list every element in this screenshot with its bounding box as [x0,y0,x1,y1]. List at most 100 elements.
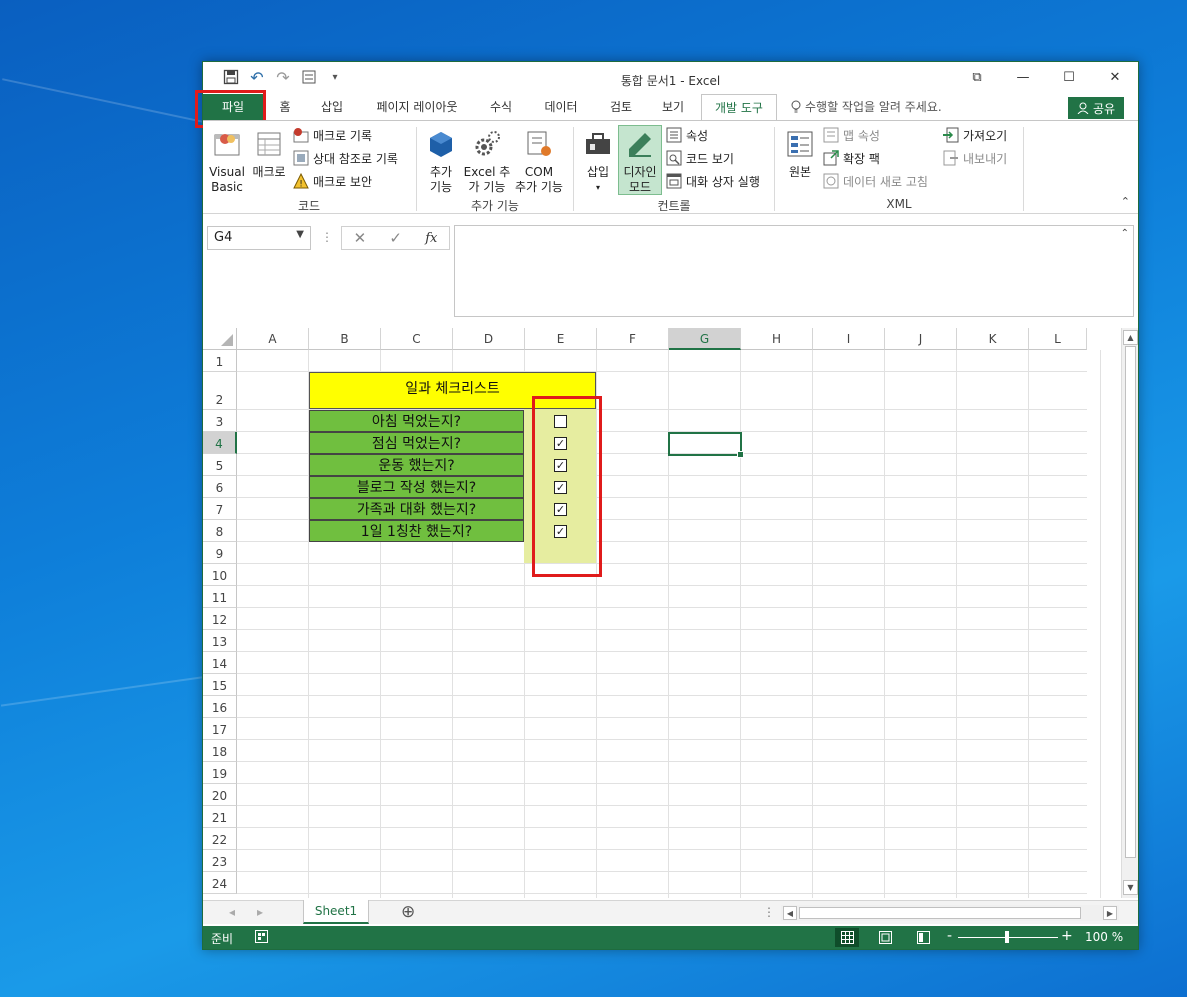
scroll-left-icon[interactable]: ◀ [783,906,797,920]
scroll-right-icon[interactable]: ▶ [1103,906,1117,920]
maximize-button[interactable]: ☐ [1046,62,1092,92]
row-header-23[interactable]: 23 [203,850,237,872]
row-header-5[interactable]: 5 [203,454,237,476]
column-header-h[interactable]: H [741,328,813,350]
tab-formulas[interactable]: 수식 [481,94,521,120]
import-button[interactable]: 가져오기 [943,125,1007,145]
checklist-item[interactable]: 블로그 작성 했는지? [309,476,524,498]
selected-cell-g4[interactable] [668,432,744,458]
new-sheet-icon[interactable]: ⊕ [401,902,415,922]
row-header-2[interactable]: 2 [203,372,237,410]
row-header-6[interactable]: 6 [203,476,237,498]
row-header-11[interactable]: 11 [203,586,237,608]
column-header-g[interactable]: G [669,328,741,350]
tab-split-grip-icon[interactable]: ⋮ [763,905,775,919]
tab-review[interactable]: 검토 [601,94,641,120]
macro-security-button[interactable]: ! 매크로 보안 [293,171,372,191]
design-mode-button[interactable]: 디자인 모드 [618,125,662,195]
tab-developer[interactable]: 개발 도구 [701,94,777,121]
zoom-out-icon[interactable]: - [947,928,952,944]
column-header-i[interactable]: I [813,328,885,350]
export-button[interactable]: 내보내기 [943,148,1007,168]
checklist-item[interactable]: 운동 했는지? [309,454,524,476]
name-box[interactable]: G4 ▼ [207,226,311,250]
column-header-a[interactable]: A [237,328,309,350]
tab-insert[interactable]: 삽입 [311,94,353,120]
zoom-in-icon[interactable]: + [1061,928,1073,944]
row-header-18[interactable]: 18 [203,740,237,762]
insert-function-icon[interactable]: fx [425,231,437,246]
horizontal-scroll-thumb[interactable] [799,907,1081,919]
scroll-down-icon[interactable]: ▼ [1123,880,1138,895]
row-header-20[interactable]: 20 [203,784,237,806]
sheet-tab-sheet1[interactable]: Sheet1 [303,900,369,924]
visual-basic-button[interactable]: Visual Basic [209,129,245,195]
xml-source-button[interactable]: 원본 [783,129,817,180]
addins-button[interactable]: 추가 기능 [423,129,459,195]
row-header-22[interactable]: 22 [203,828,237,850]
row-header-8[interactable]: 8 [203,520,237,542]
row-header-19[interactable]: 19 [203,762,237,784]
tab-data[interactable]: 데이터 [535,94,587,120]
chevron-down-icon[interactable]: ▼ [296,229,304,240]
row-header-13[interactable]: 13 [203,630,237,652]
tell-me-box[interactable]: 수행할 작업을 알려 주세요. [791,94,971,120]
zoom-slider-thumb[interactable] [1005,931,1009,943]
row-header-16[interactable]: 16 [203,696,237,718]
checklist-item[interactable]: 1일 1칭찬 했는지? [309,520,524,542]
insert-control-button[interactable]: 삽입 ▾ [581,129,615,195]
record-macro-button[interactable]: 매크로 기록 [293,125,372,145]
column-header-d[interactable]: D [453,328,525,350]
row-header-17[interactable]: 17 [203,718,237,740]
tab-home[interactable]: 홈 [269,94,301,120]
page-layout-view-icon[interactable] [873,928,897,947]
macros-button[interactable]: 매크로 [251,129,287,180]
cancel-icon[interactable]: ✕ [354,229,367,247]
column-header-k[interactable]: K [957,328,1029,350]
horizontal-scrollbar[interactable]: ◀ ▶ [781,905,1119,921]
zoom-level[interactable]: 100 % [1085,930,1123,944]
run-dialog-button[interactable]: 대화 상자 실행 [666,171,760,191]
column-header-l[interactable]: L [1029,328,1087,350]
view-code-button[interactable]: 코드 보기 [666,148,734,168]
expansion-packs-button[interactable]: 확장 팩 [823,148,880,168]
vertical-scroll-thumb[interactable] [1125,346,1136,858]
macro-recording-icon[interactable] [255,930,268,946]
row-header-15[interactable]: 15 [203,674,237,696]
page-break-view-icon[interactable] [911,928,935,947]
scroll-up-icon[interactable]: ▲ [1123,330,1138,345]
row-header-3[interactable]: 3 [203,410,237,432]
column-header-f[interactable]: F [597,328,669,350]
sheet-next-icon[interactable]: ▸ [257,905,263,919]
enter-icon[interactable]: ✓ [389,229,402,247]
row-header-14[interactable]: 14 [203,652,237,674]
row-header-9[interactable]: 9 [203,542,237,564]
select-all-corner[interactable] [203,328,237,350]
com-addins-button[interactable]: COM 추가 기능 [513,129,565,195]
row-header-4[interactable]: 4 [203,432,237,454]
row-header-21[interactable]: 21 [203,806,237,828]
checklist-item[interactable]: 점심 먹었는지? [309,432,524,454]
row-header-1[interactable]: 1 [203,350,237,372]
sheet-prev-icon[interactable]: ◂ [229,905,235,919]
column-header-b[interactable]: B [309,328,381,350]
row-header-7[interactable]: 7 [203,498,237,520]
excel-addins-button[interactable]: Excel 추 가 기능 [463,129,511,195]
share-button[interactable]: 공유 [1068,97,1124,119]
minimize-button[interactable]: — [1000,62,1046,92]
column-header-c[interactable]: C [381,328,453,350]
normal-view-icon[interactable] [835,928,859,947]
use-relative-references-button[interactable]: 상대 참조로 기록 [293,148,398,168]
refresh-data-button[interactable]: 데이터 새로 고침 [823,171,928,191]
row-header-10[interactable]: 10 [203,564,237,586]
row-header-12[interactable]: 12 [203,608,237,630]
collapse-formula-bar-icon[interactable]: ⌃ [1121,228,1129,239]
row-header-24[interactable]: 24 [203,872,237,894]
properties-button[interactable]: 속성 [666,125,708,145]
column-header-j[interactable]: J [885,328,957,350]
checklist-item[interactable]: 아침 먹었는지? [309,410,524,432]
ribbon-display-options-button[interactable]: ⧉ [954,62,1000,92]
tab-page-layout[interactable]: 페이지 레이아웃 [365,94,469,120]
column-header-e[interactable]: E [525,328,597,350]
vertical-scrollbar[interactable]: ▲ ▼ [1121,328,1138,898]
